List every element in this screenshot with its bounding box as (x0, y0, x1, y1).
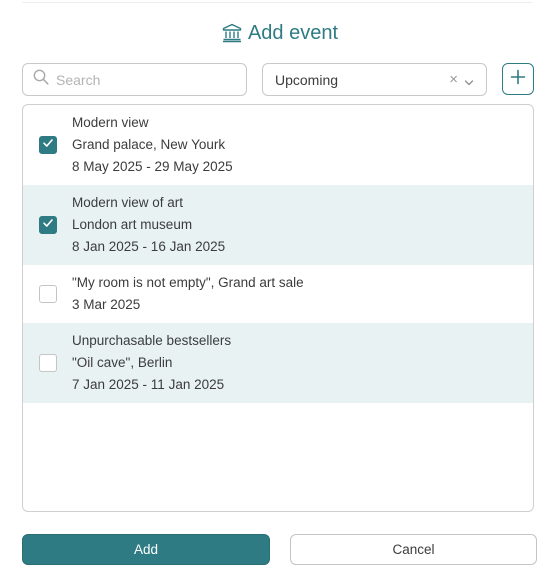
event-checkbox[interactable] (39, 136, 57, 154)
event-location: Grand palace, New Yourk (72, 137, 226, 152)
search-field[interactable] (22, 63, 247, 96)
event-location: London art museum (72, 217, 193, 232)
event-row[interactable]: "My room is not empty", Grand art sale 3… (23, 265, 533, 323)
event-row[interactable]: Modern view of art London art museum 8 J… (23, 185, 533, 265)
search-input[interactable] (56, 71, 226, 88)
clear-icon[interactable]: × (449, 72, 458, 87)
event-list: Modern view Grand palace, New Yourk 8 Ma… (22, 104, 534, 512)
new-event-button[interactable] (502, 63, 534, 95)
event-dates: 8 May 2025 - 29 May 2025 (72, 159, 233, 174)
top-divider (22, 0, 532, 3)
checkmark-icon (42, 136, 54, 154)
event-dates: 7 Jan 2025 - 11 Jan 2025 (72, 377, 225, 392)
dialog-header: Add event (0, 18, 560, 48)
cancel-button[interactable]: Cancel (290, 534, 537, 565)
add-button[interactable]: Add (22, 534, 270, 565)
filter-selected-value: Upcoming (275, 71, 339, 88)
event-row[interactable]: Unpurchasable bestsellers "Oil cave", Be… (23, 323, 533, 403)
event-dates: 3 Mar 2025 (72, 297, 141, 312)
event-name: Modern view (72, 115, 149, 130)
event-row[interactable]: Modern view Grand palace, New Yourk 8 Ma… (23, 105, 533, 185)
event-checkbox[interactable] (39, 216, 57, 234)
event-location: "Oil cave", Berlin (72, 355, 173, 370)
dialog-title: Add event (247, 21, 339, 44)
search-icon (33, 69, 49, 90)
museum-icon (222, 23, 242, 43)
chevron-down-icon[interactable] (464, 75, 474, 85)
status-filter-select[interactable]: Upcoming × (262, 63, 487, 96)
event-name: "My room is not empty", Grand art sale (72, 275, 304, 290)
event-dates: 8 Jan 2025 - 16 Jan 2025 (72, 239, 226, 254)
event-name: Unpurchasable bestsellers (72, 333, 232, 348)
event-name: Modern view of art (72, 195, 184, 210)
event-checkbox[interactable] (39, 285, 57, 303)
plus-icon (510, 69, 526, 90)
checkmark-icon (42, 216, 54, 234)
event-checkbox[interactable] (39, 354, 57, 372)
